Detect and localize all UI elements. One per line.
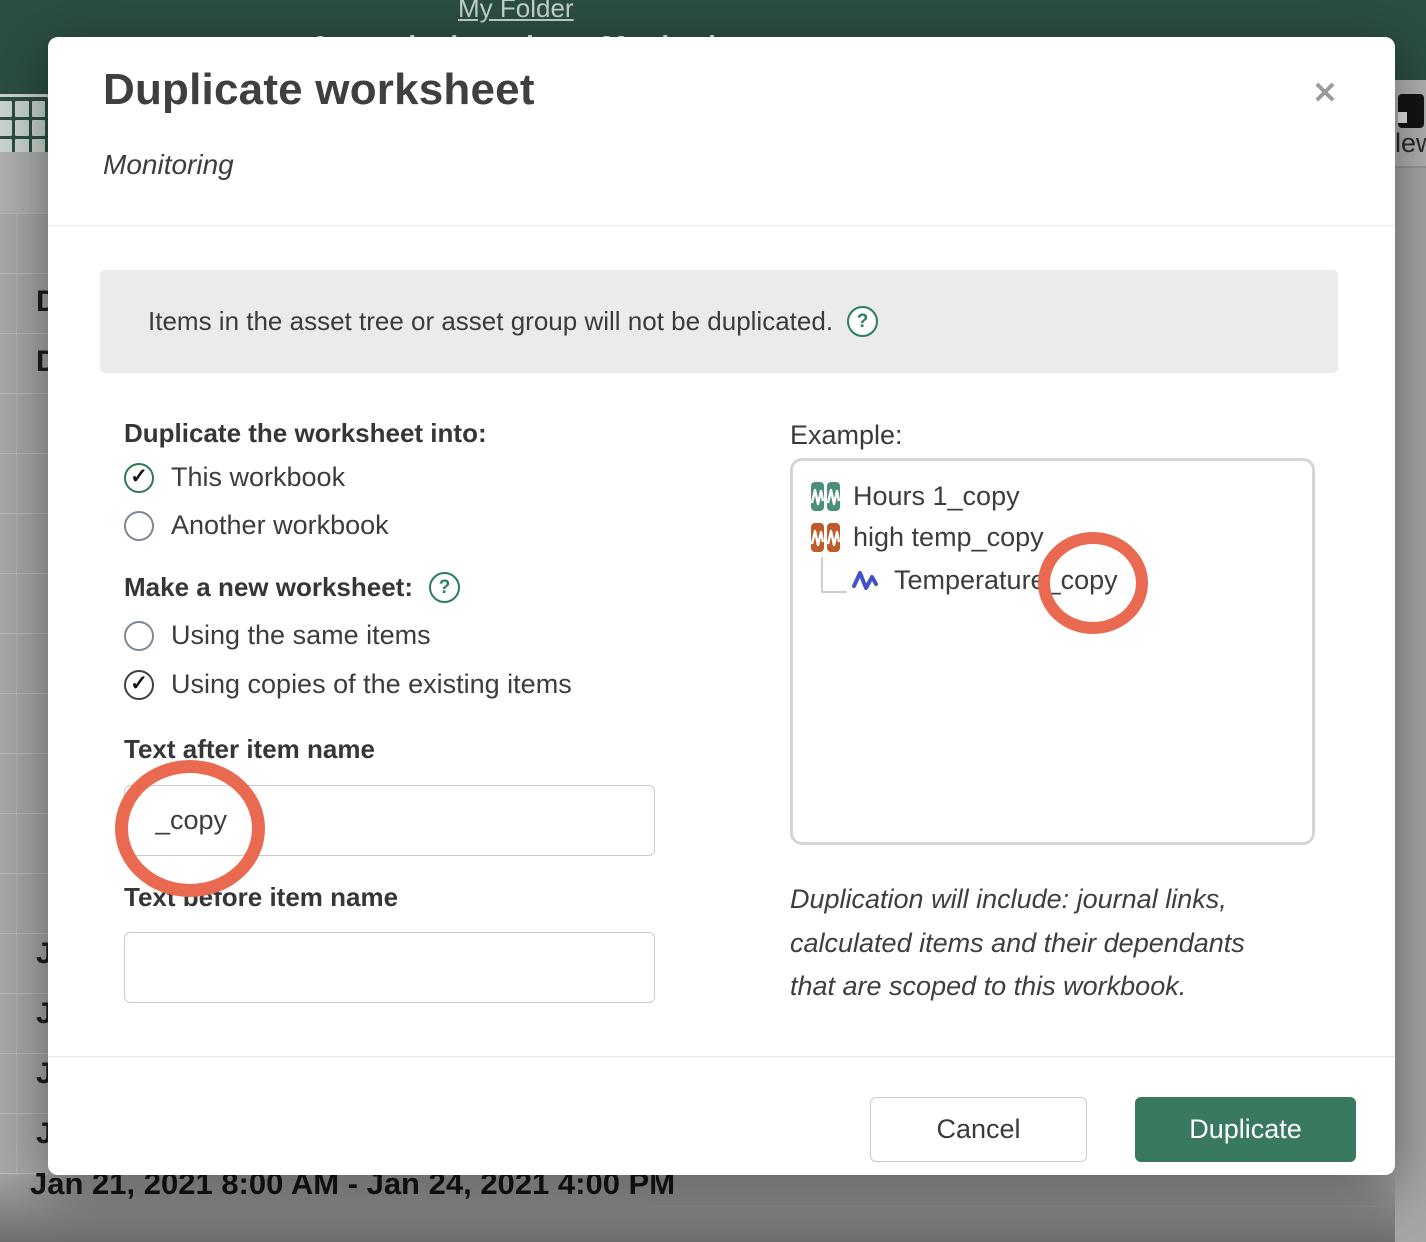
example-item-label: Hours 1_copy <box>853 481 1020 512</box>
condition-icon-orange <box>810 522 841 553</box>
close-icon[interactable]: ✕ <box>1303 72 1347 116</box>
radio-copies-of-items[interactable]: ✓ Using copies of the existing items <box>124 669 572 700</box>
prefix-input[interactable] <box>124 932 655 1003</box>
worksheet-panel-partial-label: lew <box>1395 128 1426 159</box>
duplicate-worksheet-dialog: ✕ Duplicate worksheet Monitoring Items i… <box>48 37 1395 1175</box>
new-worksheet-heading: Make a new worksheet: <box>124 572 413 603</box>
background-right-strip: lew <box>1395 0 1426 1242</box>
destination-heading: Duplicate the worksheet into: <box>124 418 487 449</box>
radio-label: Using the same items <box>171 620 431 651</box>
radio-unchecked-icon <box>124 621 154 651</box>
breadcrumb: Anomaly detection » Monitoring <box>300 0 820 37</box>
worksheet-icon <box>1398 94 1424 128</box>
dialog-subtitle: Monitoring <box>103 149 234 181</box>
signal-icon <box>851 565 882 596</box>
duplicate-button[interactable]: Duplicate <box>1135 1097 1356 1162</box>
new-worksheet-heading-row: Make a new worksheet: ? <box>124 572 460 603</box>
footer-divider <box>48 1056 1395 1057</box>
example-item-condition: Hours 1_copy <box>810 481 1020 512</box>
row-divider <box>655 1206 1426 1207</box>
radio-checked-icon: ✓ <box>124 670 154 700</box>
radio-same-items[interactable]: Using the same items <box>124 620 431 651</box>
example-item-label: Temperature_copy <box>894 565 1118 596</box>
panel-divider <box>1395 166 1426 168</box>
example-preview-box: Hours 1_copy high temp_copy Temperature_… <box>790 458 1315 845</box>
radio-checked-icon: ✓ <box>124 463 154 493</box>
background-table-border <box>16 213 17 1242</box>
radio-unchecked-icon <box>124 511 154 541</box>
screen: My Folder Anomaly detection » Monitoring… <box>0 0 1426 1242</box>
background-toolbar-strip <box>0 152 48 213</box>
column-divider <box>655 1175 656 1207</box>
suffix-field-label: Text after item name <box>124 734 375 765</box>
cancel-button[interactable]: Cancel <box>870 1097 1087 1162</box>
duplication-note: Duplication will include: journal links,… <box>790 878 1295 1009</box>
radio-this-workbook[interactable]: ✓ This workbook <box>124 462 345 493</box>
header-divider <box>48 225 1395 226</box>
condition-icon-teal <box>810 481 841 512</box>
worksheet-panel-partial: lew <box>1395 80 1426 168</box>
radio-label: Using copies of the existing items <box>171 669 572 700</box>
example-item-label: high temp_copy <box>853 522 1044 553</box>
notice-text: Items in the asset tree or asset group w… <box>148 306 833 337</box>
prefix-field-label: Text before item name <box>124 882 398 913</box>
suffix-input[interactable] <box>124 785 655 856</box>
radio-label: Another workbook <box>171 510 389 541</box>
help-icon[interactable]: ? <box>847 306 878 337</box>
notice-banner: Items in the asset tree or asset group w… <box>100 270 1338 373</box>
tree-connector <box>821 557 847 593</box>
help-icon[interactable]: ? <box>429 572 460 603</box>
radio-another-workbook[interactable]: Another workbook <box>124 510 389 541</box>
example-heading: Example: <box>790 420 903 451</box>
radio-label: This workbook <box>171 462 345 493</box>
example-item-condition: high temp_copy <box>810 522 1044 553</box>
example-item-signal: Temperature_copy <box>851 565 1118 596</box>
background-bottom-strip: Jan 21, 2021 8:00 AM - Jan 24, 2021 4:00… <box>0 1175 1426 1242</box>
dialog-title: Duplicate worksheet <box>103 65 535 115</box>
header-bar-right <box>1395 0 1426 80</box>
